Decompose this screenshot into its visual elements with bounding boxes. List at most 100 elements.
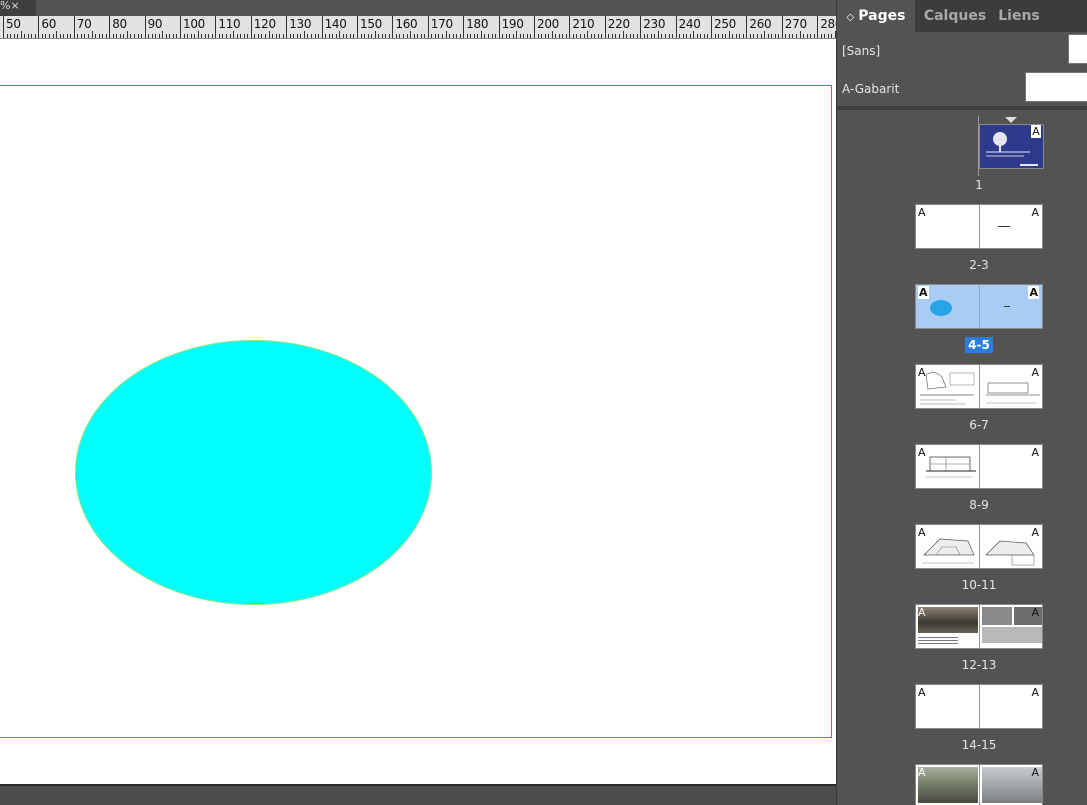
ruler-minor-tick [318,34,320,38]
ruler-minor-tick [388,34,390,38]
collapse-arrows-icon: ◇ [846,12,855,23]
ruler-minor-tick [289,34,291,38]
ruler-minor-tick [764,31,766,38]
tab-pages[interactable]: ◇ Pages [837,0,915,32]
ruler-minor-tick [24,34,26,38]
ruler-minor-tick [512,34,514,38]
ruler-major-tick [144,16,146,38]
spread-thumbnail-partial[interactable]: A A [915,764,1043,805]
ruler-minor-tick [328,34,330,38]
document-canvas[interactable]: %× 50 60 70 80 90 100 110 120 130 140 150 160 170 180… [0,0,836,805]
ruler-minor-tick [633,34,635,38]
spread-label-selected: 4-5 [915,337,1043,353]
spread-thumbnail[interactable]: A [979,124,1044,169]
ruler-tick-label: 110 [218,17,241,31]
spread-thumbnail[interactable]: A A [915,444,1043,489]
ruler-minor-tick [714,34,716,38]
ruler-minor-tick [70,34,72,38]
ruler-minor-tick [6,34,8,38]
ruler-origin-icon[interactable]: %× [0,0,36,16]
panel-divider[interactable] [837,106,1087,110]
ruler-tick-label: 130 [289,17,312,31]
ruler-minor-tick [151,34,153,38]
ruler-major-tick [38,16,40,38]
ruler-minor-tick [172,34,174,38]
spread-thumbnail[interactable]: A A [915,524,1043,569]
spread-spine [979,605,980,648]
tab-calques[interactable]: Calques [915,0,995,32]
spread-prefix-right: A [1031,766,1039,779]
ruler-minor-tick [537,34,539,38]
master-item-none[interactable]: [Sans] [837,34,1087,70]
ruler-minor-tick [601,34,603,38]
ruler-minor-tick [137,34,139,38]
ruler-minor-tick [654,34,656,38]
spread-label: 10-11 [961,578,997,592]
ruler-minor-tick [264,34,266,38]
ruler-major-tick [498,16,500,38]
spread-thumbnail[interactable]: A A [915,364,1043,409]
ruler-major-tick [569,16,571,38]
ruler-minor-tick [261,34,263,38]
ruler-minor-tick [45,34,47,38]
ruler-minor-tick [792,34,794,38]
ruler-minor-tick [275,34,277,38]
ruler-minor-tick [753,34,755,38]
ruler-minor-tick [760,34,762,38]
master-thumbnail-left [1025,72,1087,102]
ruler-minor-tick [105,34,107,38]
ruler-minor-tick [360,34,362,38]
ruler-minor-tick [643,34,645,38]
ruler-minor-tick [509,34,511,38]
ruler-tick-label: 150 [360,17,383,31]
spread-thumbnail[interactable]: A A [915,204,1043,249]
ruler-major-tick [817,16,819,38]
tab-pages-label: Pages [858,8,906,24]
ruler-major-tick [427,16,429,38]
ruler-minor-tick [700,34,702,38]
ruler-tick-label: 280 [820,17,836,31]
ruler-minor-tick [473,34,475,38]
ruler-major-tick [711,16,712,38]
spread-thumbnail[interactable]: A A [915,604,1043,649]
ruler-minor-tick [27,34,29,38]
ruler-minor-tick [169,34,171,38]
ruler-top-strip [36,0,836,16]
ruler-minor-tick [686,34,688,38]
ruler-minor-tick [682,34,684,38]
ruler-minor-tick [116,34,118,38]
ruler-tick-label: 60 [41,17,57,31]
ruler-minor-tick [657,31,659,38]
ruler-tick-label: 270 [784,17,807,31]
ruler-minor-tick [247,34,249,38]
master-item-a-gabarit[interactable]: A-Gabarit [837,72,1087,108]
horizontal-ruler[interactable]: %× 50 60 70 80 90 100 110 120 130 140 150 160 170 180… [0,0,836,39]
ruler-minor-tick [385,34,387,38]
ruler-minor-tick [820,34,822,38]
ruler-minor-tick [799,31,801,38]
pasteboard[interactable] [0,39,836,785]
ruler-minor-tick [314,34,316,38]
ruler-minor-tick [155,34,157,38]
cyan-ellipse-shape[interactable] [75,340,432,605]
ruler-minor-tick [785,34,787,38]
spread-prefix-left: A [918,286,929,299]
spread-prefix-left: A [918,446,926,459]
thumbnail-line-icon [998,226,1010,227]
ruler-minor-tick [813,34,815,38]
tab-liens[interactable]: Liens [987,0,1051,32]
spread-prefix-right: A [1031,446,1039,459]
ruler-minor-tick [470,34,472,38]
ruler-tick-label: 230 [643,17,666,31]
ruler-minor-tick [615,34,617,38]
ruler-minor-tick [774,34,776,38]
master-thumbnail [1068,34,1087,64]
ruler-minor-tick [767,34,769,38]
master-label: A-Gabarit [842,82,900,96]
spread-thumbnail-selected[interactable]: A A [915,284,1043,329]
ruler-minor-tick [594,34,596,38]
spread-thumbnail[interactable]: A A [915,684,1043,729]
ruler-minor-tick [87,34,89,38]
ruler-tick-label: 220 [607,17,630,31]
ruler-minor-tick [158,34,160,38]
